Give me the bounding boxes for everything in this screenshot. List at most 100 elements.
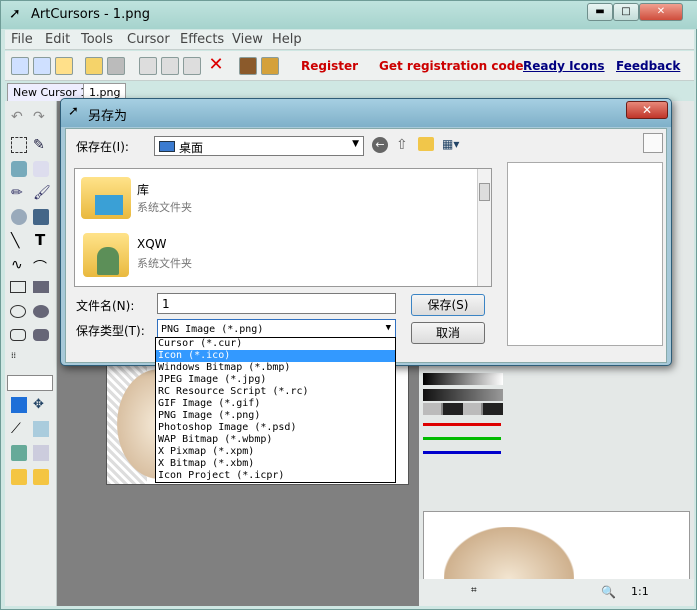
brush-icon[interactable]: 🖌 (33, 185, 51, 201)
curve-icon[interactable]: ∿ (11, 257, 27, 273)
window-title: ArtCursors - 1.png (31, 7, 150, 22)
rounded-rect-icon[interactable] (10, 329, 26, 341)
filetype-option-png[interactable]: PNG Image (*.png) (156, 410, 395, 422)
pencil-icon[interactable]: ✏ (11, 185, 27, 201)
paste-icon[interactable] (183, 57, 201, 75)
fill-icon[interactable] (33, 209, 49, 225)
arc-icon[interactable]: ⌒ (33, 257, 49, 276)
filled-rectangle-icon[interactable] (33, 281, 49, 293)
filetype-option-jpg[interactable]: JPEG Image (*.jpg) (156, 374, 395, 386)
new-icon-icon[interactable] (55, 57, 73, 75)
library-icon[interactable] (239, 57, 257, 75)
filetype-option-xpm[interactable]: X Pixmap (*.xpm) (156, 446, 395, 458)
dialog-title: 另存为 (88, 109, 128, 124)
back-icon[interactable]: ← (372, 137, 388, 153)
minimize-button[interactable]: ▬ (587, 3, 613, 21)
view-menu-icon[interactable]: ▦▾ (442, 137, 459, 151)
eraser-alt-icon[interactable] (33, 161, 49, 177)
delete-icon[interactable]: ✕ (207, 56, 225, 75)
new-animated-icon[interactable] (33, 57, 51, 75)
filetype-option-bmp[interactable]: Windows Bitmap (*.bmp) (156, 362, 395, 374)
lock-icon[interactable] (11, 469, 27, 485)
filetype-select[interactable]: PNG Image (*.png) ▼ (157, 319, 396, 339)
menu-view[interactable]: View (232, 32, 263, 47)
feedback-link[interactable]: Feedback (616, 59, 680, 73)
filetype-option-icpr[interactable]: Icon Project (*.icpr) (156, 470, 395, 482)
filetype-option-rc[interactable]: RC Resource Script (*.rc) (156, 386, 395, 398)
cut-icon[interactable] (139, 57, 157, 75)
unlock-icon[interactable] (33, 469, 49, 485)
spray-icon[interactable] (11, 209, 27, 225)
new-cursor-icon[interactable] (11, 57, 29, 75)
layers-icon[interactable] (11, 445, 27, 461)
flip-icon[interactable]: ⟋ (11, 421, 27, 437)
filetype-option-cur[interactable]: Cursor (*.cur) (156, 338, 395, 350)
menu-bar: File Edit Tools Cursor Effects View Help (5, 30, 694, 50)
dialog-title-bar: ➚ 另存为 ✕ (61, 99, 671, 127)
app-cursor-icon: ➚ (9, 6, 21, 22)
filetype-value: PNG Image (*.png) (161, 324, 264, 335)
gray-gradient[interactable] (423, 373, 503, 385)
red-slider[interactable] (423, 423, 501, 426)
filename-label: 文件名(N): (76, 299, 135, 313)
open-folder-icon[interactable] (85, 57, 103, 75)
user-folder-icon (83, 233, 129, 277)
file-list-scrollbar[interactable] (477, 169, 491, 286)
list-item[interactable]: 库 系统文件夹 (79, 173, 479, 225)
menu-cursor[interactable]: Cursor (127, 32, 170, 47)
grid-icon[interactable]: ⌗ (471, 585, 477, 596)
undo-icon[interactable]: ↶ (11, 109, 27, 125)
save-button[interactable]: 保存(S) (411, 294, 485, 316)
resize-icon[interactable] (33, 421, 49, 437)
redo-icon[interactable]: ↷ (33, 109, 49, 125)
save-icon[interactable] (107, 57, 125, 75)
register-link[interactable]: Register (301, 59, 358, 73)
filetype-option-xbm[interactable]: X Bitmap (*.xbm) (156, 458, 395, 470)
maximize-button[interactable]: □ (613, 3, 639, 21)
blue-slider[interactable] (423, 451, 501, 454)
green-slider[interactable] (423, 437, 501, 440)
file-name: 库 (137, 183, 150, 197)
book-icon[interactable] (261, 57, 279, 75)
text-icon[interactable]: T (35, 231, 51, 249)
line-icon[interactable]: ╲ (11, 233, 27, 249)
menu-file[interactable]: File (11, 32, 33, 47)
ready-icons-link[interactable]: Ready Icons (523, 59, 605, 73)
filetype-option-psd[interactable]: Photoshop Image (*.psd) (156, 422, 395, 434)
filetype-dropdown: Cursor (*.cur) Icon (*.ico) Windows Bitm… (155, 337, 396, 483)
rectangle-icon[interactable] (10, 281, 26, 293)
filename-input[interactable]: 1 (157, 293, 396, 314)
filetype-option-ico[interactable]: Icon (*.ico) (156, 350, 395, 362)
copy-icon[interactable] (161, 57, 179, 75)
list-item[interactable]: XQW 系统文件夹 (79, 229, 479, 281)
dialog-close-button[interactable]: ✕ (626, 101, 668, 119)
new-folder-icon[interactable] (418, 137, 434, 151)
dots-icon[interactable]: ⁞⁞ (11, 351, 27, 367)
menu-edit[interactable]: Edit (45, 32, 70, 47)
move-icon[interactable]: ✥ (33, 397, 49, 413)
up-folder-icon[interactable]: ⇧ (396, 137, 408, 153)
line-width-selector[interactable] (7, 375, 53, 391)
color-mode-icon[interactable] (11, 397, 27, 413)
dark-gradient[interactable] (423, 389, 503, 401)
filetype-option-gif[interactable]: GIF Image (*.gif) (156, 398, 395, 410)
lookin-value: 桌面 (179, 141, 204, 155)
eraser-icon[interactable] (11, 161, 27, 177)
lookin-select[interactable]: 桌面 ▼ (154, 136, 364, 156)
close-button[interactable]: ✕ (639, 3, 683, 21)
filled-rounded-rect-icon[interactable] (33, 329, 49, 341)
filetype-option-wbmp[interactable]: WAP Bitmap (*.wbmp) (156, 434, 395, 446)
swatch-row[interactable] (423, 403, 503, 415)
filled-ellipse-icon[interactable] (33, 305, 49, 318)
get-code-link[interactable]: Get registration code (379, 59, 523, 73)
select-rect-icon[interactable] (11, 137, 27, 153)
magnifier-icon[interactable]: 🔍 (601, 585, 616, 599)
menu-tools[interactable]: Tools (81, 32, 113, 47)
ellipse-icon[interactable] (10, 305, 26, 318)
menu-help[interactable]: Help (272, 32, 302, 47)
eyedropper-icon[interactable]: ✎ (33, 137, 49, 153)
menu-effects[interactable]: Effects (180, 32, 224, 47)
preview-toggle-icon[interactable] (643, 133, 663, 153)
cancel-button[interactable]: 取消 (411, 322, 485, 344)
frames-icon[interactable] (33, 445, 49, 461)
